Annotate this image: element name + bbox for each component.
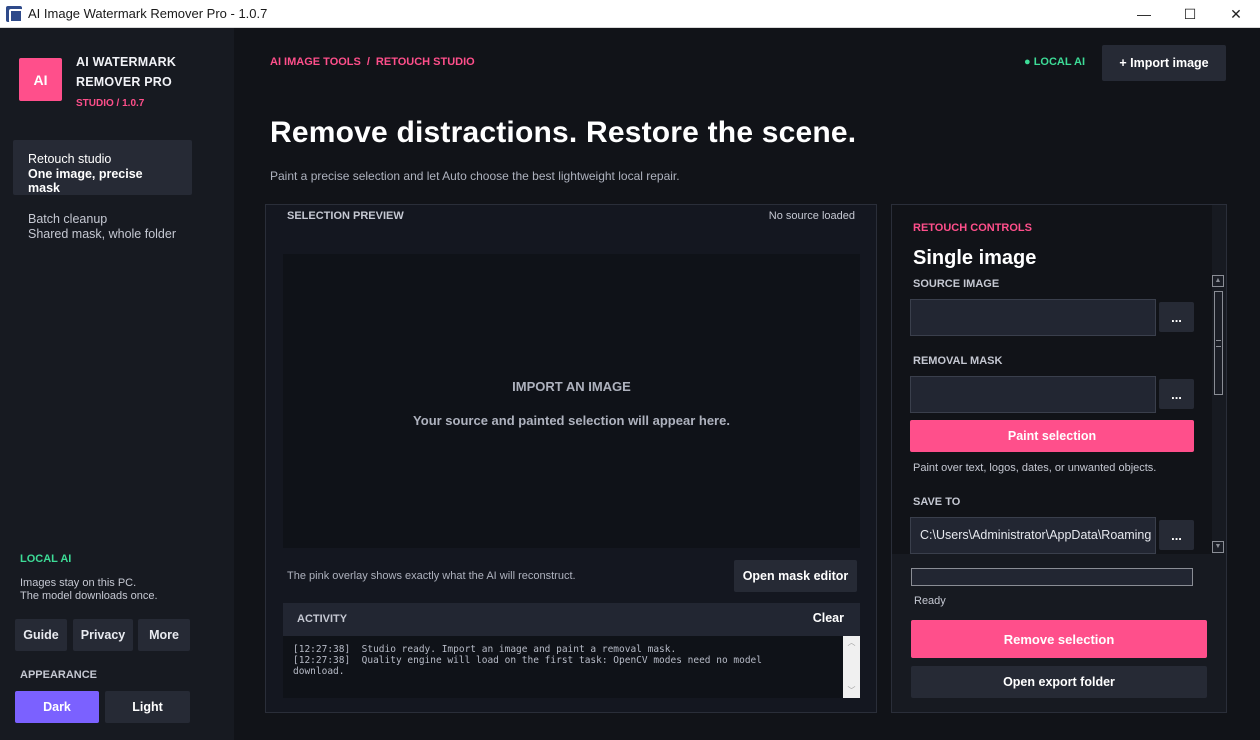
window-title: AI Image Watermark Remover Pro - 1.0.7	[28, 6, 268, 21]
nav-retouch-studio[interactable]: Retouch studio One image, precise mask	[13, 140, 192, 195]
preview-status: No source loaded	[768, 210, 855, 222]
selection-preview-panel: SELECTION PREVIEW No source loaded IMPOR…	[265, 204, 877, 713]
removal-mask-field[interactable]	[910, 376, 1156, 413]
local-ai-line: The model downloads once.	[20, 590, 158, 602]
brand-name: AI WATERMARK REMOVER PRO	[76, 55, 177, 89]
progress-bar	[911, 568, 1193, 586]
activity-title: ACTIVITY	[297, 613, 348, 625]
controls-scroll-area: RETOUCH CONTROLS Single image SOURCE IMA…	[892, 205, 1212, 554]
paint-hint: Paint over text, logos, dates, or unwant…	[913, 462, 1157, 474]
nav-batch-cleanup[interactable]: Batch cleanup Shared mask, whole folder	[13, 200, 192, 255]
maximize-button[interactable]: ☐	[1167, 0, 1213, 28]
local-ai-heading: LOCAL AI	[20, 553, 72, 565]
theme-dark-button[interactable]: Dark	[15, 691, 99, 723]
window-titlebar: AI Image Watermark Remover Pro - 1.0.7 —…	[0, 0, 1260, 28]
browse-mask-button[interactable]: ...	[1159, 379, 1194, 409]
save-to-label: SAVE TO	[913, 496, 961, 508]
grip-icon	[1216, 340, 1221, 347]
log-scrollbar[interactable]: ︿ ﹀	[843, 636, 860, 698]
breadcrumb: AI IMAGE TOOLS / RETOUCH STUDIO	[270, 56, 475, 68]
scroll-up-icon[interactable]: ▲	[1212, 275, 1224, 287]
log-text: [12:27:38] Studio ready. Import an image…	[293, 644, 762, 677]
page-subtitle: Paint a precise selection and let Auto c…	[270, 169, 680, 183]
nav-item-title: Batch cleanup	[28, 212, 108, 226]
canvas-placeholder-message: Your source and painted selection will a…	[413, 413, 730, 428]
local-ai-description: Images stay on this PC. The model downlo…	[20, 577, 158, 603]
open-mask-editor-button[interactable]: Open mask editor	[734, 560, 857, 592]
save-to-field[interactable]: C:\Users\Administrator\AppData\Roaming	[910, 517, 1156, 554]
close-button[interactable]: ✕	[1213, 0, 1259, 28]
brand-version: STUDIO / 1.0.7	[76, 98, 145, 109]
clear-log-button[interactable]: Clear	[813, 611, 844, 625]
browse-save-button[interactable]: ...	[1159, 520, 1194, 550]
activity-log: ACTIVITY Clear [12:27:38] Studio ready. …	[283, 603, 860, 698]
open-export-folder-button[interactable]: Open export folder	[911, 666, 1207, 698]
breadcrumb-item[interactable]: AI IMAGE TOOLS	[270, 56, 361, 68]
brand-logo: AI	[19, 58, 62, 101]
page-title: Remove distractions. Restore the scene.	[270, 116, 857, 149]
nav-item-subtitle: Shared mask, whole folder	[28, 227, 176, 241]
remove-selection-button[interactable]: Remove selection	[911, 620, 1207, 658]
preview-canvas[interactable]: IMPORT AN IMAGE Your source and painted …	[283, 254, 860, 548]
activity-header: ACTIVITY Clear	[283, 603, 860, 636]
scroll-down-icon[interactable]: ﹀	[843, 684, 860, 698]
nav-item-subtitle: One image, precise mask	[28, 167, 143, 195]
overlay-note: The pink overlay shows exactly what the …	[287, 570, 576, 582]
source-image-field[interactable]	[910, 299, 1156, 336]
controls-kicker: RETOUCH CONTROLS	[913, 222, 1032, 234]
theme-light-button[interactable]: Light	[105, 691, 190, 723]
privacy-button[interactable]: Privacy	[73, 619, 133, 651]
removal-mask-label: REMOVAL MASK	[913, 355, 1003, 367]
scroll-thumb[interactable]	[1214, 291, 1223, 395]
nav-item-title: Retouch studio	[28, 152, 112, 166]
controls-scrollbar[interactable]: ▲ ▼	[1210, 275, 1226, 555]
browse-source-button[interactable]: ...	[1159, 302, 1194, 332]
retouch-controls-panel: RETOUCH CONTROLS Single image SOURCE IMA…	[891, 204, 1227, 713]
app-icon	[6, 6, 23, 23]
controls-title: Single image	[913, 247, 1037, 269]
source-image-label: SOURCE IMAGE	[913, 278, 1000, 290]
canvas-placeholder-title: IMPORT AN IMAGE	[512, 379, 631, 394]
more-button[interactable]: More	[138, 619, 190, 651]
appearance-heading: APPEARANCE	[20, 669, 98, 681]
breadcrumb-item: RETOUCH STUDIO	[375, 56, 475, 68]
paint-selection-button[interactable]: Paint selection	[910, 420, 1194, 452]
scroll-up-icon[interactable]: ︿	[843, 636, 860, 650]
preview-title: SELECTION PREVIEW	[287, 210, 404, 222]
status-text: Ready	[914, 595, 946, 607]
local-ai-status: ● LOCAL AI	[1024, 56, 1086, 68]
scroll-down-icon[interactable]: ▼	[1212, 541, 1224, 553]
local-ai-line: Images stay on this PC.	[20, 577, 137, 589]
breadcrumb-separator: /	[366, 56, 370, 68]
guide-button[interactable]: Guide	[15, 619, 67, 651]
sidebar: AI AI WATERMARK REMOVER PRO STUDIO / 1.0…	[0, 28, 234, 740]
minimize-button[interactable]: —	[1121, 0, 1167, 28]
import-image-button[interactable]: + Import image	[1102, 45, 1226, 81]
